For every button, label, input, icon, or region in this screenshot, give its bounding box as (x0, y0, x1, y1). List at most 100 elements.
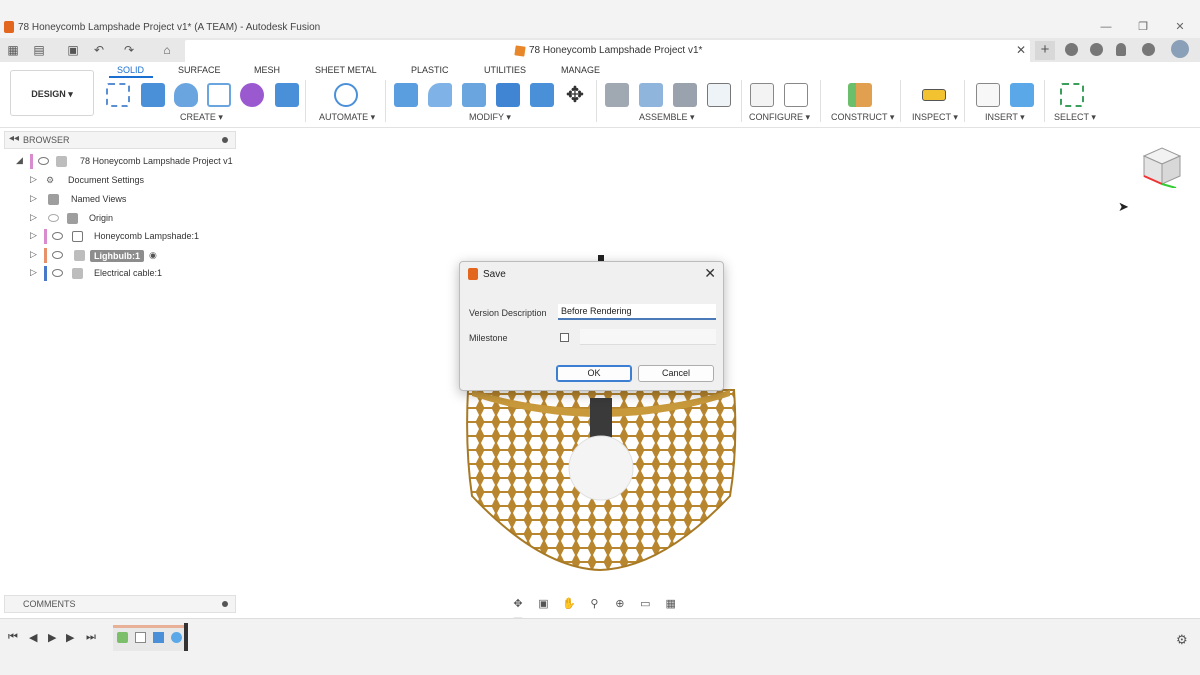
save-icon[interactable]: ▣ (66, 43, 80, 57)
inspect-group-label[interactable]: INSPECT ▾ (912, 112, 958, 123)
version-description-input[interactable] (558, 304, 716, 320)
box-icon[interactable] (275, 83, 299, 107)
go-to-end-icon[interactable]: ⏭ (86, 631, 96, 644)
expand-arrow-icon[interactable]: ▷ (30, 212, 37, 223)
file-menu-icon[interactable]: ▤ (32, 43, 46, 57)
cancel-button[interactable]: Cancel (638, 365, 714, 382)
go-to-start-icon[interactable]: ⏮ (8, 631, 18, 644)
shell-icon[interactable] (496, 83, 520, 107)
ok-button[interactable]: OK (556, 365, 632, 382)
visibility-eye-icon[interactable] (52, 251, 63, 259)
tab-utilities[interactable]: UTILITIES (484, 65, 526, 75)
browser-root-item[interactable]: ◢ 78 Honeycomb Lampshade Project v1 (4, 153, 236, 171)
configure-table-icon[interactable] (750, 83, 774, 107)
configure-group-label[interactable]: CONFIGURE ▾ (749, 112, 810, 123)
sweep-icon[interactable] (207, 83, 231, 107)
modify-group-label[interactable]: MODIFY ▾ (469, 112, 511, 123)
expand-arrow-icon[interactable]: ▷ (30, 230, 37, 241)
visibility-eye-icon[interactable] (52, 269, 63, 277)
automate-icon[interactable] (334, 83, 358, 107)
timeline-extrude-icon[interactable] (153, 632, 164, 643)
panel-pin-icon[interactable] (222, 601, 228, 607)
close-dialog-button[interactable]: ✕ (704, 266, 716, 280)
tab-mesh[interactable]: MESH (254, 65, 280, 75)
timeline-sketch-icon[interactable] (135, 632, 146, 643)
look-at-icon[interactable]: ▣ (533, 597, 553, 611)
timeline-marker[interactable] (184, 623, 188, 651)
tab-solid[interactable]: SOLID (117, 65, 144, 75)
new-tab-button[interactable]: + (1035, 41, 1055, 60)
visibility-eye-icon[interactable] (52, 232, 63, 240)
user-avatar[interactable] (1171, 40, 1189, 58)
extensions-icon[interactable] (1065, 43, 1078, 56)
measure-icon[interactable] (922, 89, 946, 101)
collapse-panel-icon[interactable]: ◂◂ (9, 133, 19, 144)
panel-pin-icon[interactable] (222, 137, 228, 143)
insert-derive-icon[interactable] (976, 83, 1000, 107)
insert-canvas-icon[interactable] (1010, 83, 1034, 107)
zoom-icon[interactable]: ⚲ (584, 597, 604, 611)
browser-item-named-views[interactable]: ▷ Named Views (4, 191, 236, 209)
select-group-label[interactable]: SELECT ▾ (1054, 112, 1096, 123)
fillet-icon[interactable] (428, 83, 452, 107)
apps-grid-icon[interactable]: ▦ (6, 43, 20, 57)
workspace-switcher-button[interactable]: DESIGN ▾ (10, 70, 94, 116)
revolve-icon[interactable] (174, 83, 198, 107)
browser-item-honeycomb-lampshade[interactable]: ▷ Honeycomb Lampshade:1 (4, 228, 236, 246)
browser-item-document-settings[interactable]: ▷ ⚙ Document Settings (4, 172, 236, 190)
chamfer-icon[interactable] (462, 83, 486, 107)
timeline-settings-gear-icon[interactable]: ⚙ (1176, 632, 1188, 648)
hidden-eye-icon[interactable] (48, 214, 59, 222)
form-icon[interactable] (240, 83, 264, 107)
timeline-feature-icon[interactable] (117, 632, 128, 643)
help-icon[interactable] (1142, 43, 1155, 56)
insert-group-label[interactable]: INSERT ▾ (985, 112, 1025, 123)
new-component-icon[interactable] (605, 83, 629, 107)
maximize-button[interactable]: ❐ (1132, 20, 1154, 34)
view-cube[interactable] (1136, 142, 1182, 188)
tab-manage[interactable]: MANAGE (561, 65, 600, 75)
grid-snaps-icon[interactable]: ▦ (661, 597, 681, 611)
job-status-icon[interactable] (1090, 43, 1103, 56)
home-icon[interactable]: ⌂ (160, 43, 174, 57)
automate-group-label[interactable]: AUTOMATE ▾ (319, 112, 375, 123)
extrude-icon[interactable] (141, 83, 165, 107)
joint-origin-icon[interactable] (707, 83, 731, 107)
expand-arrow-icon[interactable]: ▷ (30, 267, 37, 278)
close-tab-button[interactable]: ✕ (1016, 43, 1026, 57)
visibility-eye-icon[interactable] (38, 157, 49, 165)
offset-plane-icon[interactable] (848, 83, 872, 107)
configuration-icon[interactable] (784, 83, 808, 107)
step-back-icon[interactable]: ◀ (29, 631, 37, 644)
notifications-bell-icon[interactable] (1116, 43, 1126, 56)
zoom-window-icon[interactable]: ⊕ (610, 597, 630, 611)
as-built-joint-icon[interactable] (673, 83, 697, 107)
redo-icon[interactable]: ↷ (122, 43, 136, 57)
timeline-features[interactable] (113, 625, 188, 651)
expand-arrow-icon[interactable]: ▷ (30, 193, 37, 204)
document-tab[interactable]: 78 Honeycomb Lampshade Project v1* ✕ (185, 40, 1030, 62)
tab-surface[interactable]: SURFACE (178, 65, 221, 75)
play-icon[interactable]: ▶ (48, 631, 56, 644)
browser-panel-header[interactable]: ◂◂ BROWSER (4, 131, 236, 149)
combine-icon[interactable] (530, 83, 554, 107)
select-icon[interactable] (1060, 83, 1084, 107)
minimize-button[interactable]: — (1095, 20, 1117, 34)
expand-arrow-icon[interactable]: ▷ (30, 249, 37, 260)
comments-panel-header[interactable]: COMMENTS (4, 595, 236, 613)
collapse-arrow-icon[interactable]: ◢ (16, 155, 23, 166)
expand-arrow-icon[interactable]: ▷ (30, 174, 37, 185)
construct-group-label[interactable]: CONSTRUCT ▾ (831, 112, 894, 123)
undo-icon[interactable]: ↶ (92, 43, 106, 57)
browser-item-electrical-cable[interactable]: ▷ Electrical cable:1 (4, 265, 236, 283)
browser-item-lightbulb[interactable]: ▷ Lighbulb:1 ◉ (4, 247, 236, 265)
step-forward-icon[interactable]: ▶ (66, 631, 74, 644)
joint-icon[interactable] (639, 83, 663, 107)
timeline-revolve-icon[interactable] (171, 632, 182, 643)
pan-hand-icon[interactable]: ✋ (559, 597, 579, 611)
tab-plastic[interactable]: PLASTIC (411, 65, 449, 75)
press-pull-icon[interactable] (394, 83, 418, 107)
tab-sheet-metal[interactable]: SHEET METAL (315, 65, 377, 75)
assemble-group-label[interactable]: ASSEMBLE ▾ (639, 112, 695, 123)
create-sketch-icon[interactable] (106, 83, 130, 107)
